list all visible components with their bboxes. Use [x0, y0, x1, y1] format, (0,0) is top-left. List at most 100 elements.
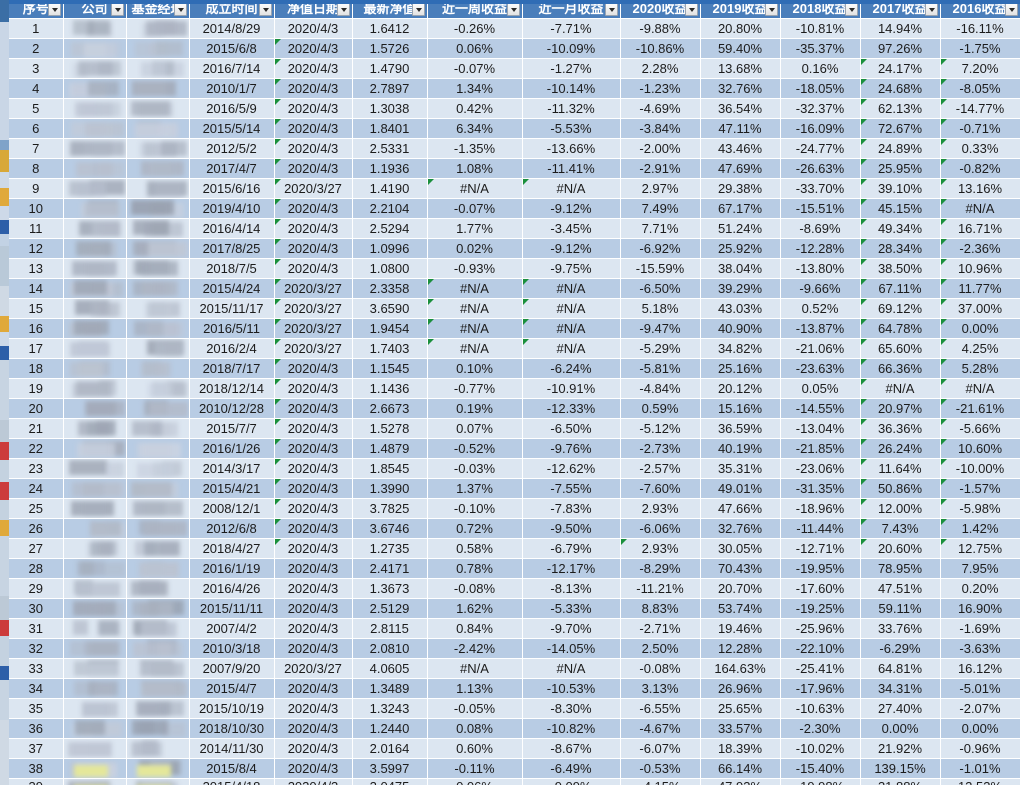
- cell-nav_date[interactable]: 2020/4/3: [274, 558, 353, 579]
- cell-y2018[interactable]: -17.96%: [780, 678, 861, 699]
- table-row[interactable]: 37 2014/11/30 2020/4/3 2.0164 0.60% -8.67% -6.…: [9, 738, 1020, 759]
- cell-month1[interactable]: #N/A: [522, 658, 621, 679]
- cell-week1[interactable]: 0.19%: [427, 398, 523, 419]
- cell-est_date[interactable]: 2008/12/1: [189, 498, 275, 519]
- cell-company-redacted[interactable]: [63, 478, 127, 499]
- cell-week1[interactable]: 1.13%: [427, 678, 523, 699]
- cell-month1[interactable]: -7.83%: [522, 498, 621, 519]
- cell-y2016[interactable]: -1.57%: [940, 478, 1020, 499]
- cell-y2019[interactable]: 12.28%: [700, 638, 781, 659]
- cell-month1[interactable]: -6.79%: [522, 538, 621, 559]
- cell-y2019[interactable]: 51.24%: [700, 218, 781, 239]
- cell-est_date[interactable]: 2015/11/17: [189, 298, 275, 319]
- cell-month1[interactable]: -9.12%: [522, 198, 621, 219]
- cell-nav[interactable]: 1.1545: [352, 358, 428, 379]
- cell-nav_date[interactable]: 2020/4/3: [274, 258, 353, 279]
- cell-y2019[interactable]: 30.05%: [700, 538, 781, 559]
- cell-est_date[interactable]: 2018/7/17: [189, 358, 275, 379]
- cell-month1[interactable]: #N/A: [522, 338, 621, 359]
- cell-nav[interactable]: 1.5278: [352, 418, 428, 439]
- cell-manager-redacted[interactable]: [126, 418, 190, 439]
- cell-est_date[interactable]: 2010/12/28: [189, 398, 275, 419]
- cell-index[interactable]: 8: [9, 158, 64, 179]
- cell-nav[interactable]: 1.3990: [352, 478, 428, 499]
- cell-est_date[interactable]: 2015/4/21: [189, 478, 275, 499]
- cell-y2019[interactable]: 25.16%: [700, 358, 781, 379]
- cell-y2016[interactable]: -16.11%: [940, 18, 1020, 39]
- cell-manager-redacted[interactable]: [126, 538, 190, 559]
- cell-company-redacted[interactable]: [63, 638, 127, 659]
- cell-y2018[interactable]: -23.63%: [780, 358, 861, 379]
- cell-index[interactable]: 35: [9, 698, 64, 719]
- cell-y2016[interactable]: 11.77%: [940, 278, 1020, 299]
- cell-index[interactable]: 19: [9, 378, 64, 399]
- table-row[interactable]: 38 2015/8/4 2020/4/3 3.5997 -0.11% -6.49% -0.5…: [9, 758, 1020, 779]
- cell-nav_date[interactable]: 2020/4/3: [274, 98, 353, 119]
- cell-y2016[interactable]: 10.96%: [940, 258, 1020, 279]
- cell-y2017[interactable]: 25.95%: [860, 158, 941, 179]
- cell-y2018[interactable]: -13.80%: [780, 258, 861, 279]
- cell-y2016[interactable]: -0.71%: [940, 118, 1020, 139]
- cell-week1[interactable]: 0.72%: [427, 518, 523, 539]
- cell-nav_date[interactable]: 2020/4/3: [274, 198, 353, 219]
- cell-nav[interactable]: 1.9454: [352, 318, 428, 339]
- table-row[interactable]: 23 2014/3/17 2020/4/3 1.8545 -0.03% -12.62% -2…: [9, 458, 1020, 479]
- cell-est_date[interactable]: 2018/4/27: [189, 538, 275, 559]
- cell-nav_date[interactable]: 2020/4/3: [274, 238, 353, 259]
- cell-y2016[interactable]: 7.95%: [940, 558, 1020, 579]
- cell-y2019[interactable]: 39.29%: [700, 278, 781, 299]
- cell-est_date[interactable]: 2012/5/2: [189, 138, 275, 159]
- cell-nav[interactable]: 2.3358: [352, 278, 428, 299]
- cell-y2019[interactable]: 40.19%: [700, 438, 781, 459]
- cell-y2017[interactable]: 0.00%: [860, 718, 941, 739]
- cell-week1[interactable]: 0.06%: [427, 38, 523, 59]
- cell-manager-redacted[interactable]: [126, 298, 190, 319]
- cell-index[interactable]: 17: [9, 338, 64, 359]
- cell-company-redacted[interactable]: [63, 318, 127, 339]
- filter-dropdown-icon[interactable]: [844, 2, 858, 16]
- cell-y2020[interactable]: -5.81%: [620, 358, 701, 379]
- filter-dropdown-icon[interactable]: [173, 2, 187, 16]
- cell-y2020[interactable]: -6.50%: [620, 278, 701, 299]
- cell-est_date[interactable]: 2018/12/14: [189, 378, 275, 399]
- cell-month1[interactable]: -11.41%: [522, 158, 621, 179]
- cell-y2018[interactable]: -8.69%: [780, 218, 861, 239]
- cell-nav_date[interactable]: 2020/4/3: [274, 358, 353, 379]
- cell-y2018[interactable]: -9.66%: [780, 278, 861, 299]
- cell-y2019[interactable]: 32.76%: [700, 78, 781, 99]
- cell-y2020[interactable]: 0.59%: [620, 398, 701, 419]
- cell-y2017[interactable]: 24.17%: [860, 58, 941, 79]
- cell-y2020[interactable]: -4.84%: [620, 378, 701, 399]
- cell-manager-redacted[interactable]: [126, 218, 190, 239]
- cell-manager-redacted[interactable]: [126, 658, 190, 679]
- cell-est_date[interactable]: 2010/1/7: [189, 78, 275, 99]
- table-row[interactable]: 24 2015/4/21 2020/4/3 1.3990 1.37% -7.55% -7.6…: [9, 478, 1020, 499]
- cell-month1[interactable]: -6.49%: [522, 758, 621, 779]
- cell-y2017[interactable]: 65.60%: [860, 338, 941, 359]
- cell-week1[interactable]: -0.07%: [427, 58, 523, 79]
- cell-index[interactable]: 33: [9, 658, 64, 679]
- cell-y2019[interactable]: 20.12%: [700, 378, 781, 399]
- cell-est_date[interactable]: 2015/10/19: [189, 698, 275, 719]
- cell-y2019[interactable]: 47.69%: [700, 158, 781, 179]
- cell-manager-redacted[interactable]: [126, 178, 190, 199]
- cell-index[interactable]: 34: [9, 678, 64, 699]
- cell-week1[interactable]: 0.07%: [427, 418, 523, 439]
- cell-est_date[interactable]: 2015/6/8: [189, 38, 275, 59]
- cell-week1[interactable]: 1.77%: [427, 218, 523, 239]
- cell-company-redacted[interactable]: [63, 38, 127, 59]
- cell-week1[interactable]: 1.08%: [427, 158, 523, 179]
- cell-y2018[interactable]: -18.05%: [780, 78, 861, 99]
- table-row[interactable]: 16 2016/5/11 2020/3/27 1.9454 #N/A #N/A -9.47%…: [9, 318, 1020, 339]
- cell-y2019[interactable]: 20.80%: [700, 18, 781, 39]
- cell-index[interactable]: 14: [9, 278, 64, 299]
- cell-index[interactable]: 22: [9, 438, 64, 459]
- table-row[interactable]: 30 2015/11/11 2020/4/3 2.5129 1.62% -5.33% 8.8…: [9, 598, 1020, 619]
- cell-y2020[interactable]: -2.57%: [620, 458, 701, 479]
- cell-nav[interactable]: 1.0996: [352, 238, 428, 259]
- cell-nav_date[interactable]: 2020/4/3: [274, 758, 353, 779]
- cell-manager-redacted[interactable]: [126, 718, 190, 739]
- cell-est_date[interactable]: 2017/8/25: [189, 238, 275, 259]
- table-row[interactable]: 4 2010/1/7 2020/4/3 2.7897 1.34% -10.14% -1.23…: [9, 78, 1020, 99]
- cell-company-redacted[interactable]: [63, 178, 127, 199]
